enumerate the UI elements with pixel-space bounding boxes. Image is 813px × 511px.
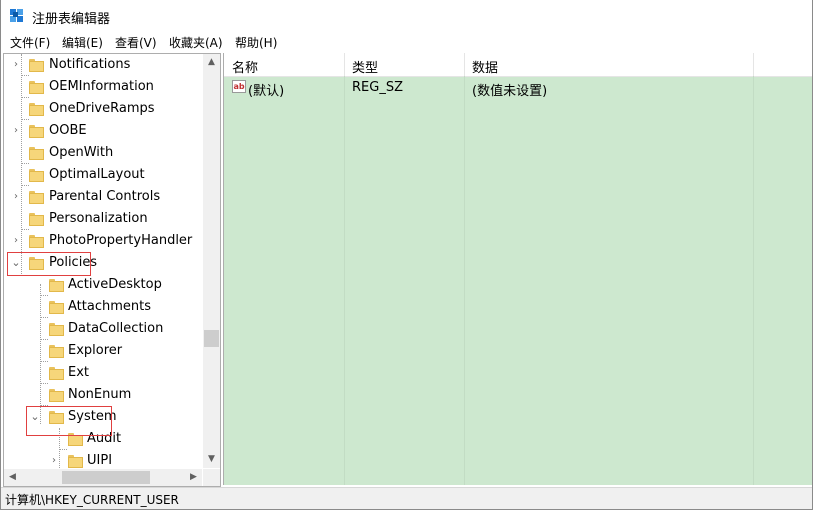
column-header-row: 名称 类型 数据 (224, 53, 812, 77)
value-type: REG_SZ (352, 80, 403, 95)
ab-string-icon: ab (232, 80, 246, 93)
tree-node-parental-controls[interactable]: › Parental Controls (4, 187, 202, 209)
tree-node-nonenum[interactable]: NonEnum (4, 385, 202, 407)
tree-node-label: OOBE (49, 123, 87, 138)
menu-edit[interactable]: 编辑(E) (62, 34, 103, 51)
value-data: (数值未设置) (472, 84, 548, 99)
column-divider (344, 76, 345, 485)
tree-node-label: OptimalLayout (49, 167, 145, 182)
tree-node-label: Attachments (68, 299, 151, 314)
tree-node-activedesktop[interactable]: ActiveDesktop (4, 275, 202, 297)
folder-icon (49, 345, 64, 358)
folder-icon (49, 323, 64, 336)
key-tree-pane[interactable]: › Notifications OEMInformation OneDriveR… (3, 53, 221, 487)
menu-help[interactable]: 帮助(H) (235, 34, 277, 51)
tree-node-datacollection[interactable]: DataCollection (4, 319, 202, 341)
tree-node-label: Notifications (49, 57, 131, 72)
tree-node-label: OpenWith (49, 145, 114, 160)
scrollbar-corner (203, 469, 220, 486)
tree-node-label: OEMInformation (49, 79, 154, 94)
tree-node-photopropertyhandler[interactable]: › PhotoPropertyHandler (4, 231, 202, 253)
scrollbar-thumb[interactable] (204, 330, 219, 347)
folder-icon (29, 213, 44, 226)
tree-node-personalization[interactable]: Personalization (4, 209, 202, 231)
values-pane[interactable]: 名称 类型 数据 ab (默认) REG_SZ (数值未设置) (223, 53, 812, 485)
key-tree: › Notifications OEMInformation OneDriveR… (4, 54, 202, 468)
column-divider (753, 76, 754, 485)
chevron-right-icon[interactable]: › (11, 60, 21, 70)
tree-node-openwith[interactable]: OpenWith (4, 143, 202, 165)
tree-node-oeminformation[interactable]: OEMInformation (4, 77, 202, 99)
tree-node-label: PhotoPropertyHandler (49, 233, 193, 248)
status-bar: 计算机\HKEY_CURRENT_USER (1, 487, 812, 509)
tree-node-oobe[interactable]: › OOBE (4, 121, 202, 143)
chevron-right-icon[interactable]: › (11, 236, 21, 246)
tree-node-uipi[interactable]: › UIPI (4, 451, 202, 468)
tree-vertical-scrollbar[interactable]: ▲ ▼ (203, 54, 220, 468)
folder-icon (49, 389, 64, 402)
tree-horizontal-scrollbar[interactable]: ◀ ▶ (4, 469, 202, 486)
scrollbar-thumb[interactable] (62, 471, 150, 484)
tree-node-onedriveramps[interactable]: OneDriveRamps (4, 99, 202, 121)
tree-node-optimallayout[interactable]: OptimalLayout (4, 165, 202, 187)
folder-icon (29, 235, 44, 248)
tree-node-label: Ext (68, 365, 90, 380)
window-title: 注册表编辑器 (32, 12, 111, 27)
chevron-right-icon[interactable]: › (11, 126, 21, 136)
tree-node-label: ActiveDesktop (68, 277, 162, 292)
folder-icon (29, 191, 44, 204)
folder-icon (68, 455, 83, 468)
tree-node-label: NonEnum (68, 387, 132, 402)
tree-node-label: Parental Controls (49, 189, 161, 204)
tree-node-label: UIPI (87, 453, 113, 468)
scroll-left-arrow-icon[interactable]: ◀ (4, 469, 21, 486)
tree-node-explorer[interactable]: Explorer (4, 341, 202, 363)
folder-icon (29, 169, 44, 182)
menu-file[interactable]: 文件(F) (10, 34, 50, 51)
menu-favorites[interactable]: 收藏夹(A) (169, 34, 223, 51)
column-header-name[interactable]: 名称 (224, 53, 345, 76)
menu-bar: 文件(F) 编辑(E) 查看(V) 收藏夹(A) 帮助(H) (1, 31, 812, 52)
chevron-right-icon[interactable]: › (11, 192, 21, 202)
value-row-default[interactable]: ab (默认) REG_SZ (数值未设置) (224, 77, 812, 99)
tree-node-ext[interactable]: Ext (4, 363, 202, 385)
scroll-down-arrow-icon[interactable]: ▼ (203, 451, 220, 468)
tree-node-attachments[interactable]: Attachments (4, 297, 202, 319)
tree-node-label: Personalization (49, 211, 148, 226)
regedit-window: 注册表编辑器 文件(F) 编辑(E) 查看(V) 收藏夹(A) 帮助(H) › … (0, 0, 813, 510)
regedit-app-icon (10, 9, 23, 22)
folder-icon (29, 147, 44, 160)
tree-node-label: DataCollection (68, 321, 164, 336)
column-header-data[interactable]: 数据 (464, 53, 754, 76)
highlight-box-system (26, 406, 112, 436)
tree-node-label: Explorer (68, 343, 123, 358)
folder-icon (29, 81, 44, 94)
scroll-up-arrow-icon[interactable]: ▲ (203, 54, 220, 71)
tree-node-label: OneDriveRamps (49, 101, 155, 116)
folder-icon (29, 59, 44, 72)
folder-icon (49, 301, 64, 314)
column-divider (464, 76, 465, 485)
tree-node-notifications[interactable]: › Notifications (4, 55, 202, 77)
scroll-right-arrow-icon[interactable]: ▶ (185, 469, 202, 486)
menu-view[interactable]: 查看(V) (115, 34, 157, 51)
highlight-box-policies (7, 252, 91, 276)
chevron-right-icon[interactable]: › (49, 456, 59, 466)
title-bar: 注册表编辑器 (1, 0, 812, 31)
folder-icon (49, 279, 64, 292)
folder-icon (49, 367, 64, 380)
status-path: 计算机\HKEY_CURRENT_USER (5, 493, 179, 507)
folder-icon (29, 103, 44, 116)
value-name: (默认) (248, 84, 285, 99)
column-header-type[interactable]: 类型 (344, 53, 465, 76)
folder-icon (29, 125, 44, 138)
